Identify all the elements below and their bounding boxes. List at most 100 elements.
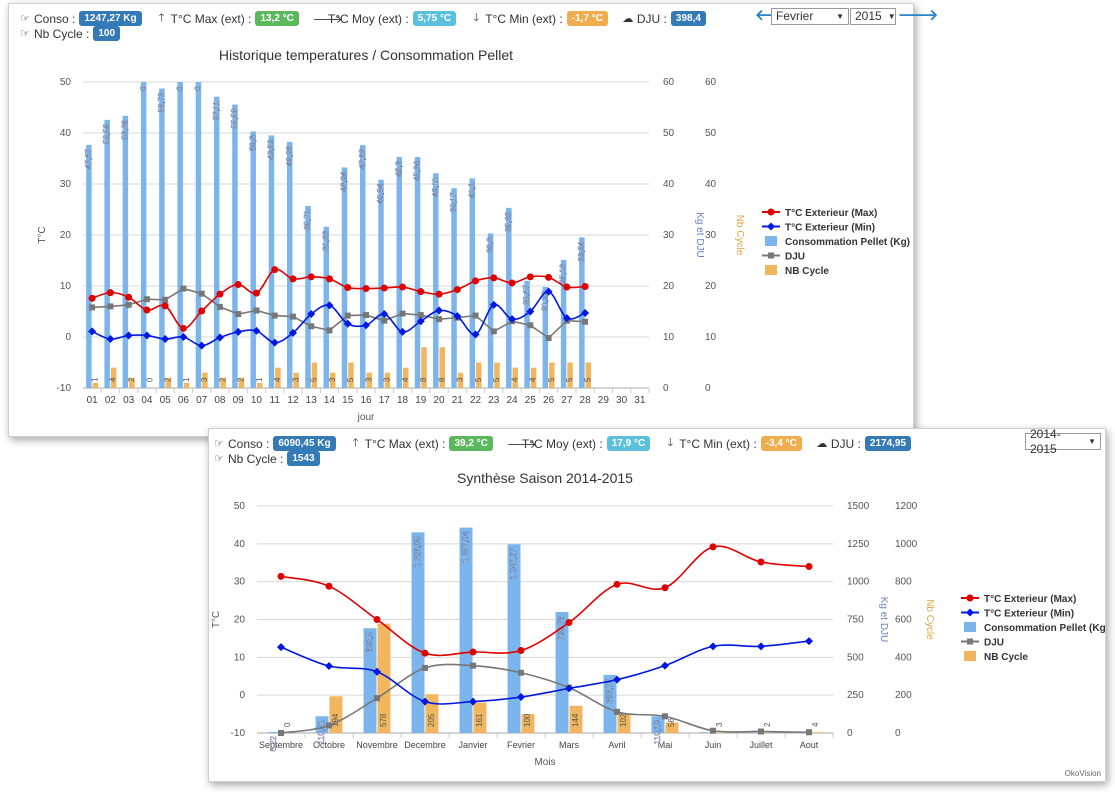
consumption-data-label: 110,19 [653,720,662,744]
season-select[interactable]: 2014-2015 ▼ [1025,427,1101,456]
x-tick-label: 06 [178,395,190,406]
tmax-badge: 39,2 °C [449,436,493,451]
dju-point [143,296,150,303]
consumption-data-label: 0 [175,85,184,90]
dju-point [253,307,260,314]
cycle-stat: ☞ Nb Cycle : 1543 [213,451,320,466]
cycle-data-label: 5 [474,377,483,382]
cycle-data-label: 3 [364,377,373,382]
tmax-point [161,302,169,310]
y-right-tick-label: 40 [663,179,675,190]
tmax-point [234,280,242,288]
hand-pointer-icon: ☞ [20,13,30,25]
tmax-point [517,647,525,655]
x-tick-label: 20 [433,395,445,406]
y-axis-label: T°C [37,226,48,243]
dju-point [662,713,668,720]
cycle-data-label: 1 [182,377,191,382]
legend-swatch [765,236,777,246]
cycle-badge: 100 [93,26,121,41]
consumption-data-label: 0 [194,85,203,90]
cycle-data-label: 8 [437,377,446,382]
cycle-data-label: 4 [529,377,538,382]
y-right2-tick-label: 0 [705,383,711,394]
consumption-bar [250,131,256,388]
tmin-badge: -3,4 °C [760,436,802,451]
consumption-data-label: 25,13 [559,263,568,284]
x-tick-label: 04 [141,395,153,406]
y-right2-axis-label: Nb Cycle [924,599,935,640]
consumption-data-label: 35,71 [303,209,312,230]
y-right2-tick-label: 20 [705,281,717,292]
dju-point [518,669,524,676]
y-right-tick-label: 750 [847,615,864,626]
y-right-tick-label: 1500 [847,501,870,512]
consumption-bar [140,82,147,388]
x-tick-label: 11 [270,395,281,406]
consumption-data-label: 53,38 [121,119,130,140]
consumption-bar [286,141,293,388]
tmax-point [805,563,813,571]
tmax-point [661,584,669,592]
legend-marker [767,208,775,216]
dju-point [107,303,114,310]
cycle-stat: ☞ Nb Cycle : 100 [19,26,121,41]
y-right-tick-label: 20 [663,281,675,292]
cycle-bar [549,362,555,388]
tmin-point [661,661,669,670]
tmin-point [805,637,813,646]
y-tick-label: 0 [65,332,71,343]
x-tick-label: 26 [543,395,555,406]
dju-point [180,285,187,292]
y-right2-tick-label: 200 [895,690,912,701]
consumption-bar [122,115,129,389]
y-right-tick-label: 30 [663,230,675,241]
tmoy-stat: 🡒 T°C Moy (ext) : 5,75 °C [312,11,457,26]
legend-marker [966,608,974,617]
legend-item: T°C Exterieur (Min) [984,609,1074,620]
legend-swatch [964,622,976,632]
y-right2-tick-label: 1000 [895,539,918,550]
legend-item: NB Cycle [785,266,829,277]
y-tick-label: 40 [60,128,72,139]
tmax-point [545,273,553,281]
arrow-right-icon[interactable]: 🡒 [898,8,938,23]
tmax-point [565,619,573,627]
legend-item: Consommation Pellet (Kg) [785,237,910,248]
consumption-bar [414,156,421,388]
tmin-badge: -1,7 °C [566,11,608,26]
y-right-tick-label: 0 [663,383,669,394]
monthly-history-chart: Historique temperatures / Consommation P… [37,47,910,423]
x-tick-label: 15 [342,395,354,406]
month-select[interactable]: Fevrier ▼ [771,8,849,25]
cycle-data-label: 5 [346,377,355,382]
consumption-bar [86,144,92,388]
cycle-bar [567,362,573,388]
tmax-badge: 13,2 °C [255,11,299,26]
x-tick-label: 02 [105,395,117,406]
dju-point [216,303,223,310]
season-cycle-bar: ☞ Nb Cycle : 1543 [213,451,334,466]
dju-point [162,296,169,303]
tmin-point [757,642,765,651]
tmax-point [757,558,765,566]
consumption-bar [360,145,366,388]
cycle-bar [585,362,592,388]
arrow-right-icon: 🡒 [312,13,343,26]
year-select[interactable]: 2015 ▼ [850,8,896,25]
y-right2-tick-label: 50 [705,128,717,139]
legend-item: T°C Exterieur (Min) [785,223,875,234]
tmax-point [373,616,381,623]
x-tick-label: Aout [800,740,819,750]
y-tick-label: -10 [57,383,72,394]
consumption-data-label: 0 [139,85,148,90]
tmax-point [581,283,589,291]
legend-swatch [765,265,777,275]
consumption-bar [232,104,238,389]
cycle-data-label: 2 [237,377,246,382]
conso-badge: 1247,27 Kg [79,11,142,26]
dju-point [125,301,132,308]
dju-point [806,729,812,736]
x-tick-label: 13 [306,395,318,406]
x-tick-label: 27 [561,395,573,406]
